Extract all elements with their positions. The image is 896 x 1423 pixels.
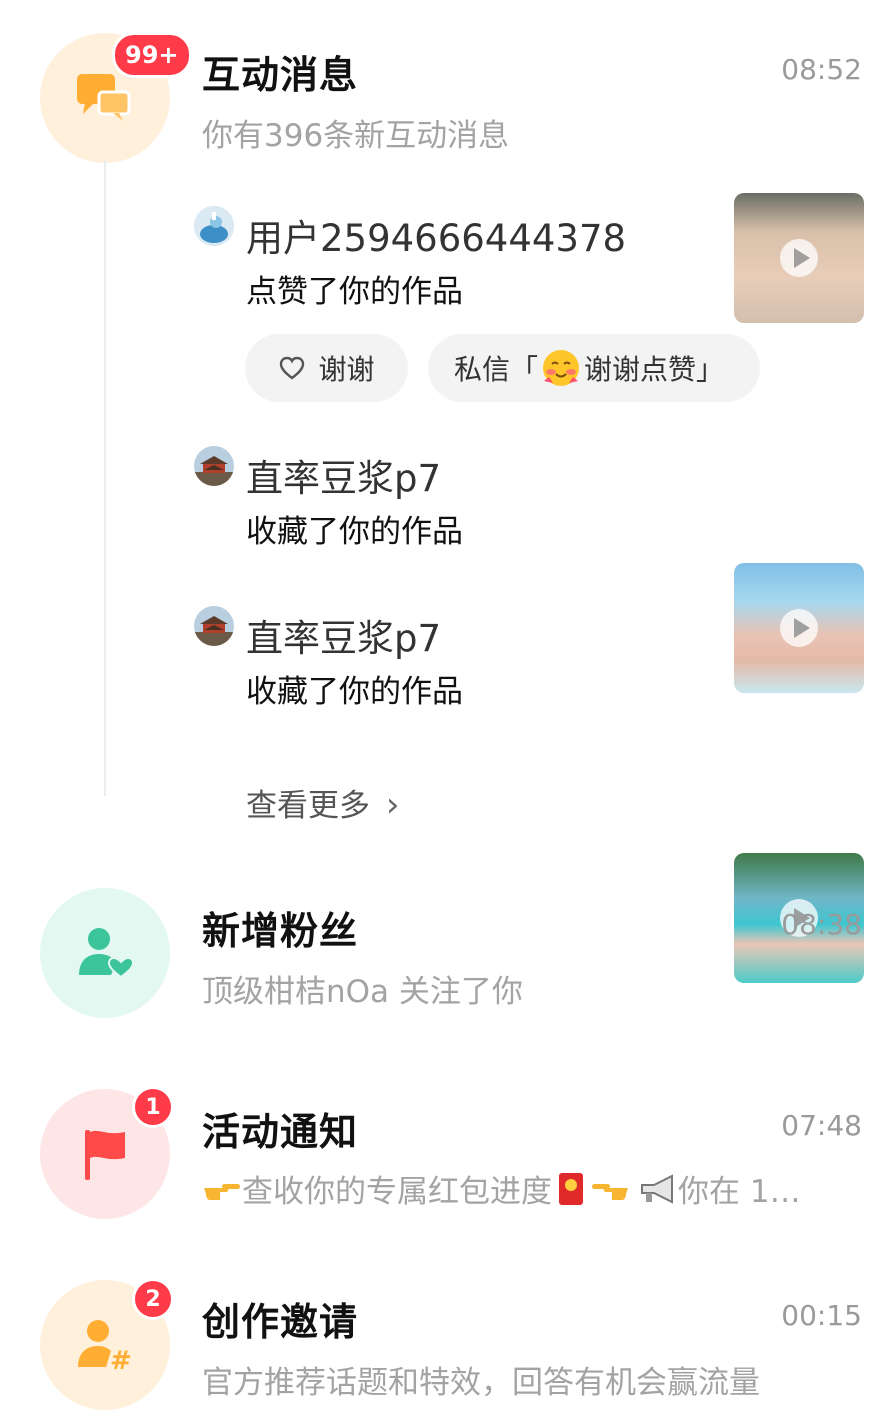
blush-emoji-icon	[543, 350, 580, 386]
interaction-subtitle: 你有396条新互动消息	[202, 118, 510, 154]
thanks-label: 谢谢	[318, 353, 375, 386]
red-envelope-icon	[559, 1172, 583, 1205]
timeline-line	[104, 160, 106, 796]
user-avatar[interactable]	[194, 206, 234, 246]
see-more-link[interactable]: 查看更多 ›	[246, 780, 399, 825]
unread-badge: 1	[132, 1086, 174, 1128]
dm-text: 谢谢点赞」	[584, 353, 725, 386]
fans-time: 08:38	[781, 908, 862, 941]
megaphone-icon	[641, 1173, 673, 1204]
svg-text:#: #	[110, 1346, 132, 1373]
video-thumbnail[interactable]	[734, 193, 864, 323]
user-heart-icon	[79, 928, 135, 979]
pointing-hand-icon	[204, 1183, 240, 1200]
play-icon	[780, 239, 818, 277]
user-name[interactable]: 直率豆浆p7	[246, 448, 441, 502]
activity-subtitle-text: 查收你的专属红包进度	[242, 1174, 552, 1210]
pointing-hand-icon	[592, 1183, 628, 1200]
list-item[interactable]: 直率豆浆p7 收藏了你的作品	[194, 444, 724, 554]
user-avatar[interactable]	[194, 606, 234, 646]
chevron-right-icon: ›	[385, 785, 400, 825]
action-text: 点赞了你的作品	[246, 274, 463, 310]
list-item[interactable]: 用户2594666444378 点赞了你的作品	[194, 204, 724, 314]
action-text: 收藏了你的作品	[246, 514, 463, 550]
play-icon	[780, 609, 818, 647]
invite-title[interactable]: 创作邀请	[202, 1291, 358, 1346]
invite-subtitle: 官方推荐话题和特效，回答有机会赢流量	[202, 1365, 760, 1401]
dm-thanks-button[interactable]: 私信「 谢谢点赞」	[428, 334, 760, 402]
chat-bubbles-icon	[77, 74, 131, 121]
action-text: 收藏了你的作品	[246, 674, 463, 710]
activity-title[interactable]: 活动通知	[202, 1101, 358, 1156]
heart-outline-icon	[280, 356, 305, 380]
invite-time: 00:15	[781, 1299, 862, 1332]
unread-badge: 99+	[112, 32, 192, 78]
see-more-label: 查看更多	[246, 788, 370, 824]
unread-badge: 2	[132, 1278, 174, 1320]
fans-icon-circle[interactable]	[40, 888, 170, 1018]
dm-prefix: 私信「	[454, 353, 539, 386]
fans-title[interactable]: 新增粉丝	[202, 900, 358, 955]
activity-subtitle: 查收你的专属红包进度 你在 1…	[202, 1166, 864, 1211]
building-avatar-icon	[194, 446, 234, 486]
building-avatar-icon	[194, 606, 234, 646]
activity-subtitle-text-2: 你在 1…	[678, 1174, 801, 1210]
flag-icon	[85, 1130, 125, 1180]
thanks-button[interactable]: 谢谢	[245, 334, 408, 402]
list-item[interactable]: 直率豆浆p7 收藏了你的作品	[194, 604, 724, 714]
interaction-title[interactable]: 互动消息	[202, 44, 358, 99]
user-hash-icon: #	[78, 1320, 132, 1373]
video-thumbnail[interactable]	[734, 563, 864, 693]
activity-time: 07:48	[781, 1109, 862, 1142]
interaction-time: 08:52	[781, 53, 862, 86]
fans-subtitle: 顶级柑桔nOa 关注了你	[202, 974, 523, 1010]
bird-avatar-icon	[194, 206, 234, 246]
user-name[interactable]: 用户2594666444378	[246, 208, 626, 262]
user-name[interactable]: 直率豆浆p7	[246, 608, 441, 662]
user-avatar[interactable]	[194, 446, 234, 486]
